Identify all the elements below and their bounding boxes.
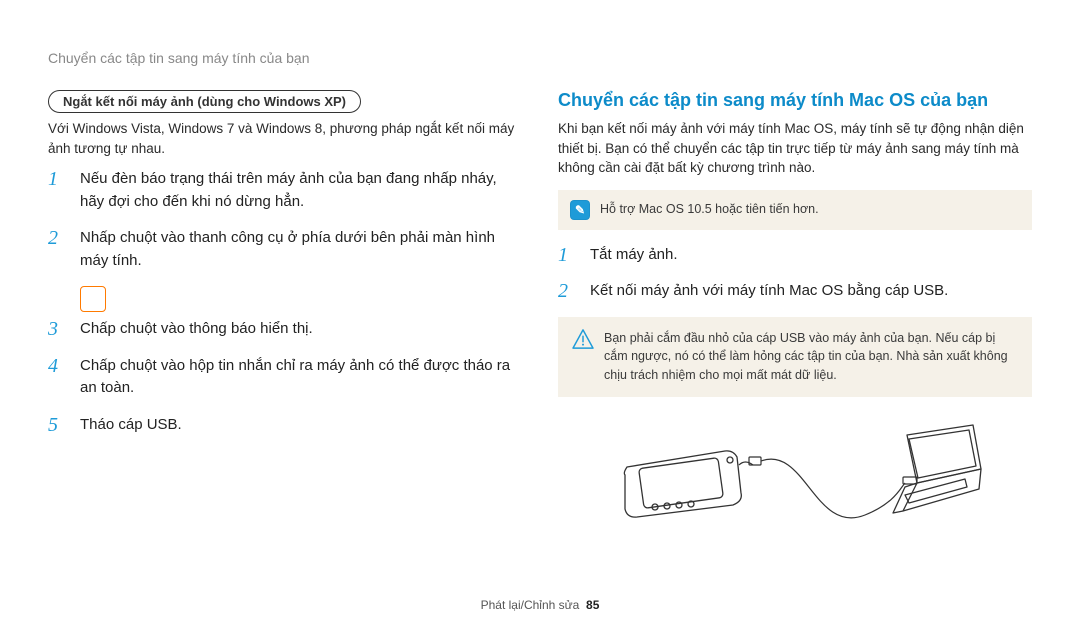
warning-icon: [572, 329, 594, 352]
right-intro: Khi bạn kết nối máy ảnh với máy tính Mac…: [558, 119, 1032, 178]
left-step-3: 3 Chấp chuột vào thông báo hiển thị.: [48, 318, 522, 341]
right-step-2: 2 Kết nối máy ảnh với máy tính Mac OS bằ…: [558, 280, 1032, 303]
step-text: Nhấp chuột vào thanh công cụ ở phía dưới…: [80, 227, 522, 272]
step-text: Tháo cáp USB.: [80, 414, 522, 437]
left-step-2: 2 Nhấp chuột vào thanh công cụ ở phía dư…: [48, 227, 522, 272]
breadcrumb: Chuyển các tập tin sang máy tính của bạn: [48, 50, 1032, 66]
page-footer: Phát lại/Chỉnh sửa 85: [0, 598, 1080, 612]
left-step-5: 5 Tháo cáp USB.: [48, 414, 522, 437]
step-number: 1: [48, 168, 72, 190]
step-number: 4: [48, 355, 72, 377]
footer-section: Phát lại/Chỉnh sửa: [481, 598, 580, 612]
step-text: Kết nối máy ảnh với máy tính Mac OS bằng…: [590, 280, 1032, 303]
warning-text: Bạn phải cắm đầu nhỏ của cáp USB vào máy…: [604, 329, 1018, 385]
step-number: 1: [558, 244, 582, 266]
step-number: 2: [558, 280, 582, 302]
step-number: 5: [48, 414, 72, 436]
note-text: Hỗ trợ Mac OS 10.5 hoặc tiên tiến hơn.: [600, 200, 819, 219]
step-text: Nếu đèn báo trạng thái trên máy ảnh của …: [80, 168, 522, 213]
step-number: 3: [48, 318, 72, 340]
right-step-1: 1 Tắt máy ảnh.: [558, 244, 1032, 267]
info-icon: ✎: [570, 200, 590, 220]
left-intro: Với Windows Vista, Windows 7 và Windows …: [48, 119, 522, 158]
warning-box: Bạn phải cắm đầu nhỏ của cáp USB vào máy…: [558, 317, 1032, 397]
section-pill-xp: Ngắt kết nối máy ảnh (dùng cho Windows X…: [48, 90, 361, 113]
camera-laptop-illustration: [558, 415, 1032, 545]
safely-remove-icon: [80, 286, 106, 312]
note-box: ✎ Hỗ trợ Mac OS 10.5 hoặc tiên tiến hơn.: [558, 190, 1032, 230]
right-column: Chuyển các tập tin sang máy tính Mac OS …: [558, 90, 1032, 545]
step-text: Chấp chuột vào hộp tin nhắn chỉ ra máy ả…: [80, 355, 522, 400]
step-number: 2: [48, 227, 72, 249]
left-step-1: 1 Nếu đèn báo trạng thái trên máy ảnh củ…: [48, 168, 522, 213]
right-heading: Chuyển các tập tin sang máy tính Mac OS …: [558, 90, 1032, 111]
left-column: Ngắt kết nối máy ảnh (dùng cho Windows X…: [48, 90, 522, 545]
step-text: Tắt máy ảnh.: [590, 244, 1032, 267]
step-text: Chấp chuột vào thông báo hiển thị.: [80, 318, 522, 341]
left-step-4: 4 Chấp chuột vào hộp tin nhắn chỉ ra máy…: [48, 355, 522, 400]
page-number: 85: [586, 598, 599, 612]
